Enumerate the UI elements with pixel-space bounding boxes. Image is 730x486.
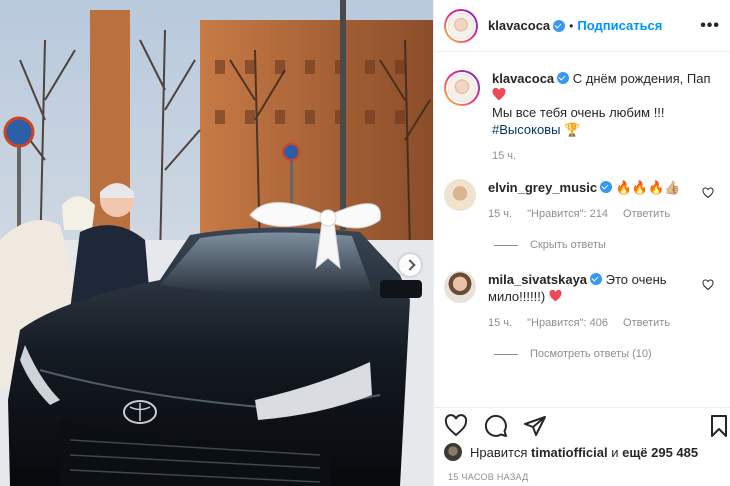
comment-text: 🔥🔥🔥👍🏼 [615,180,681,195]
replies-line [494,353,518,355]
comment-likes[interactable]: "Нравится": 214 [527,208,608,220]
next-arrow-icon[interactable] [399,254,421,276]
share-icon[interactable] [523,414,547,438]
photo-image [0,0,433,486]
comment-avatar[interactable] [444,179,476,211]
likes-and: и [611,444,619,460]
replies-toggle-label: Посмотреть ответы (10) [530,348,652,360]
replies-toggle-label: Скрыть ответы [530,239,606,251]
comment-time: 15 ч. [488,208,513,220]
likes-count[interactable]: ещё 295 485 [622,445,698,460]
reply-button[interactable]: Ответить [623,317,670,329]
comment-icon[interactable] [484,414,508,438]
comment-like-icon[interactable] [702,279,714,291]
verified-icon [600,181,613,193]
comment-likes[interactable]: "Нравится": 406 [527,317,608,329]
follow-button[interactable]: Подписаться [577,18,662,33]
heart-icon[interactable] [444,414,468,438]
post-photo[interactable] [0,0,433,486]
author-username[interactable]: klavacoca [488,18,550,33]
caption: klavacoca С днём рождения, Пап Мы все те… [444,70,720,165]
author-avatar[interactable] [444,8,478,43]
bookmark-icon[interactable] [707,414,730,438]
verified-icon [553,19,566,32]
view-replies-button[interactable]: Посмотреть ответы (10) [494,348,720,360]
caption-username[interactable]: klavacoca [492,71,554,86]
red-heart-icon [549,289,562,302]
reply-button[interactable]: Ответить [623,208,670,220]
comment: mila_sivatskaya Это очень мило!!!!!!) 15… [444,271,720,332]
comment: elvin_grey_music 🔥🔥🔥👍🏼 15 ч. "Нравится":… [444,179,720,223]
liker-avatar[interactable] [444,443,462,461]
header-separator: • [569,18,574,33]
caption-text-line2: Мы все тебя очень любим !!! [492,105,665,120]
post-side-panel: klavacoca • Подписаться ••• klavacoca С … [433,0,730,486]
hide-replies-button[interactable]: Скрыть ответы [494,239,720,251]
red-heart-icon [492,87,506,101]
caption-time: 15 ч. [492,150,517,162]
verified-icon [557,72,570,84]
comments-list[interactable]: klavacoca С днём рождения, Пап Мы все те… [434,52,730,407]
caption-avatar[interactable] [444,70,480,106]
likes-summary: Нравится timatiofficial и ещё 295 485 [444,443,698,461]
comment-avatar[interactable] [444,271,476,303]
likes-prefix: Нравится [470,444,528,460]
post-header: klavacoca • Подписаться ••• [434,0,730,52]
trophy-icon: 🏆 [564,122,581,137]
replies-line [494,244,518,246]
verified-icon [590,273,603,285]
liker-username[interactable]: timatiofficial [531,445,608,460]
comment-time: 15 ч. [488,317,513,329]
comment-like-icon[interactable] [702,187,714,199]
comment-username[interactable]: mila_sivatskaya [488,272,587,287]
caption-text-line1: С днём рождения, Пап [572,71,711,86]
post-actions [434,407,730,439]
comment-username[interactable]: elvin_grey_music [488,180,597,195]
more-icon[interactable]: ••• [700,17,720,35]
caption-hashtag[interactable]: #Высоковы [492,122,560,137]
post-timestamp[interactable]: 15 ЧАСОВ НАЗАД [448,472,529,482]
